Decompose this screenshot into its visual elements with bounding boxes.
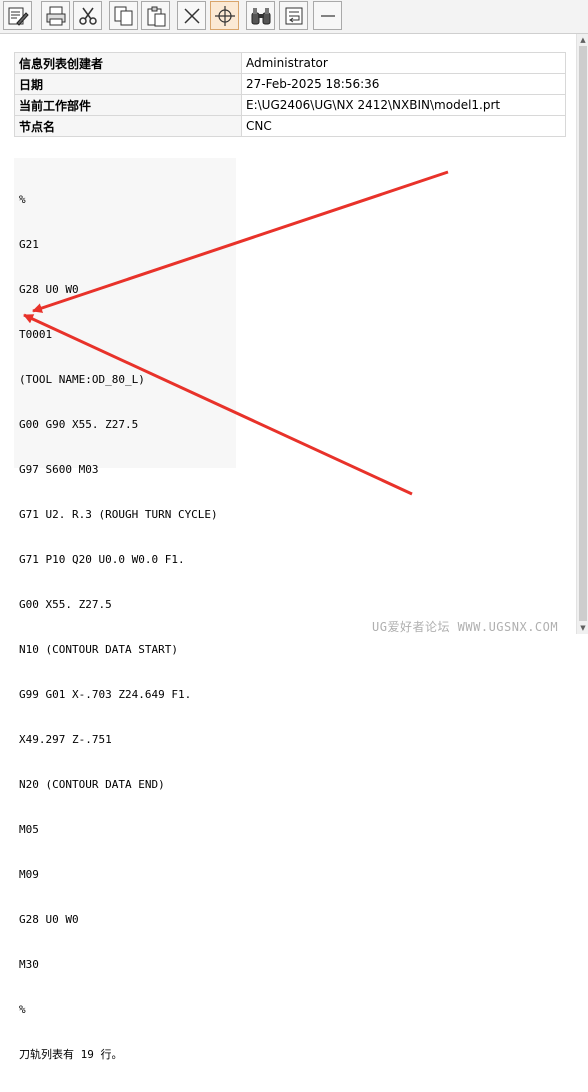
code-line: 刀轨列表有 19 行。 — [19, 1048, 123, 1061]
code-line: M09 — [19, 868, 39, 881]
info-value: CNC — [241, 115, 566, 137]
crosshair-icon — [215, 6, 235, 26]
code-line: N20 (CONTOUR DATA END) — [19, 778, 165, 791]
code-line: G71 U2. R.3 (ROUGH TURN CYCLE) — [19, 508, 218, 521]
code-line: G97 S600 M03 — [19, 463, 99, 476]
info-table: 信息列表创建者 Administrator 日期 27-Feb-2025 18:… — [14, 52, 566, 137]
nc-code-listing: % G21 G28 U0 W0 T0001 (TOOL NAME:OD_80_L… — [14, 158, 236, 1061]
minimize-button[interactable] — [313, 1, 342, 30]
info-value: Administrator — [241, 52, 566, 74]
code-line: T0001 — [19, 328, 53, 341]
code-line: (TOOL NAME:OD_80_L) — [19, 373, 145, 386]
code-line: G99 G01 X-.703 Z24.649 F1. — [19, 688, 192, 701]
paste-button[interactable] — [141, 1, 170, 30]
copy-icon — [114, 6, 133, 26]
find-icon — [251, 8, 271, 25]
code-line: N10 (CONTOUR DATA START) — [19, 643, 178, 656]
code-line: G21 — [19, 238, 39, 251]
scroll-down-arrow-icon[interactable]: ▼ — [577, 623, 588, 633]
scrollbar-thumb[interactable] — [579, 46, 587, 621]
code-line: G28 U0 W0 — [19, 913, 79, 926]
info-key: 当前工作部件 — [14, 94, 242, 116]
code-line: G00 G90 X55. Z27.5 — [19, 418, 139, 431]
code-line: M30 — [19, 958, 39, 971]
delete-button[interactable] — [177, 1, 206, 30]
print-button[interactable] — [41, 1, 70, 30]
cut-button[interactable] — [73, 1, 102, 30]
cut-icon — [79, 7, 97, 25]
info-key: 日期 — [14, 73, 242, 95]
toolbar — [0, 0, 588, 34]
code-line: G28 U0 W0 — [19, 283, 79, 296]
code-line: X49.297 Z-.751 — [19, 733, 112, 746]
table-row: 节点名 CNC — [14, 115, 566, 137]
table-row: 日期 27-Feb-2025 18:56:36 — [14, 73, 566, 95]
info-value: 27-Feb-2025 18:56:36 — [241, 73, 566, 95]
info-key: 信息列表创建者 — [14, 52, 242, 74]
code-line: G00 X55. Z27.5 — [19, 598, 112, 611]
paste-icon — [147, 6, 166, 27]
save-button[interactable] — [279, 1, 308, 30]
print-icon — [46, 6, 66, 26]
info-key: 节点名 — [14, 115, 242, 137]
info-value: E:\UG2406\UG\NX 2412\NXBIN\model1.prt — [241, 94, 566, 116]
crosshair-button[interactable] — [210, 1, 239, 30]
copy-button[interactable] — [109, 1, 138, 30]
scroll-up-arrow-icon[interactable]: ▲ — [577, 35, 588, 45]
vertical-scrollbar[interactable]: ▲ ▼ — [576, 34, 588, 634]
edit-icon — [8, 7, 29, 26]
code-line: M05 — [19, 823, 39, 836]
watermark: UG爱好者论坛 WWW.UGSNX.COM — [372, 620, 559, 634]
info-content-pane: 信息列表创建者 Administrator 日期 27-Feb-2025 18:… — [0, 34, 576, 1061]
code-line: % — [19, 1003, 26, 1016]
table-row: 信息列表创建者 Administrator — [14, 52, 566, 74]
minimize-icon — [321, 15, 335, 17]
edit-button[interactable] — [3, 1, 32, 30]
code-line: G71 P10 Q20 U0.0 W0.0 F1. — [19, 553, 185, 566]
table-row: 当前工作部件 E:\UG2406\UG\NX 2412\NXBIN\model1… — [14, 94, 566, 116]
code-line: % — [19, 193, 26, 206]
save-icon — [285, 7, 303, 25]
delete-icon — [184, 8, 200, 24]
find-button[interactable] — [246, 1, 275, 30]
